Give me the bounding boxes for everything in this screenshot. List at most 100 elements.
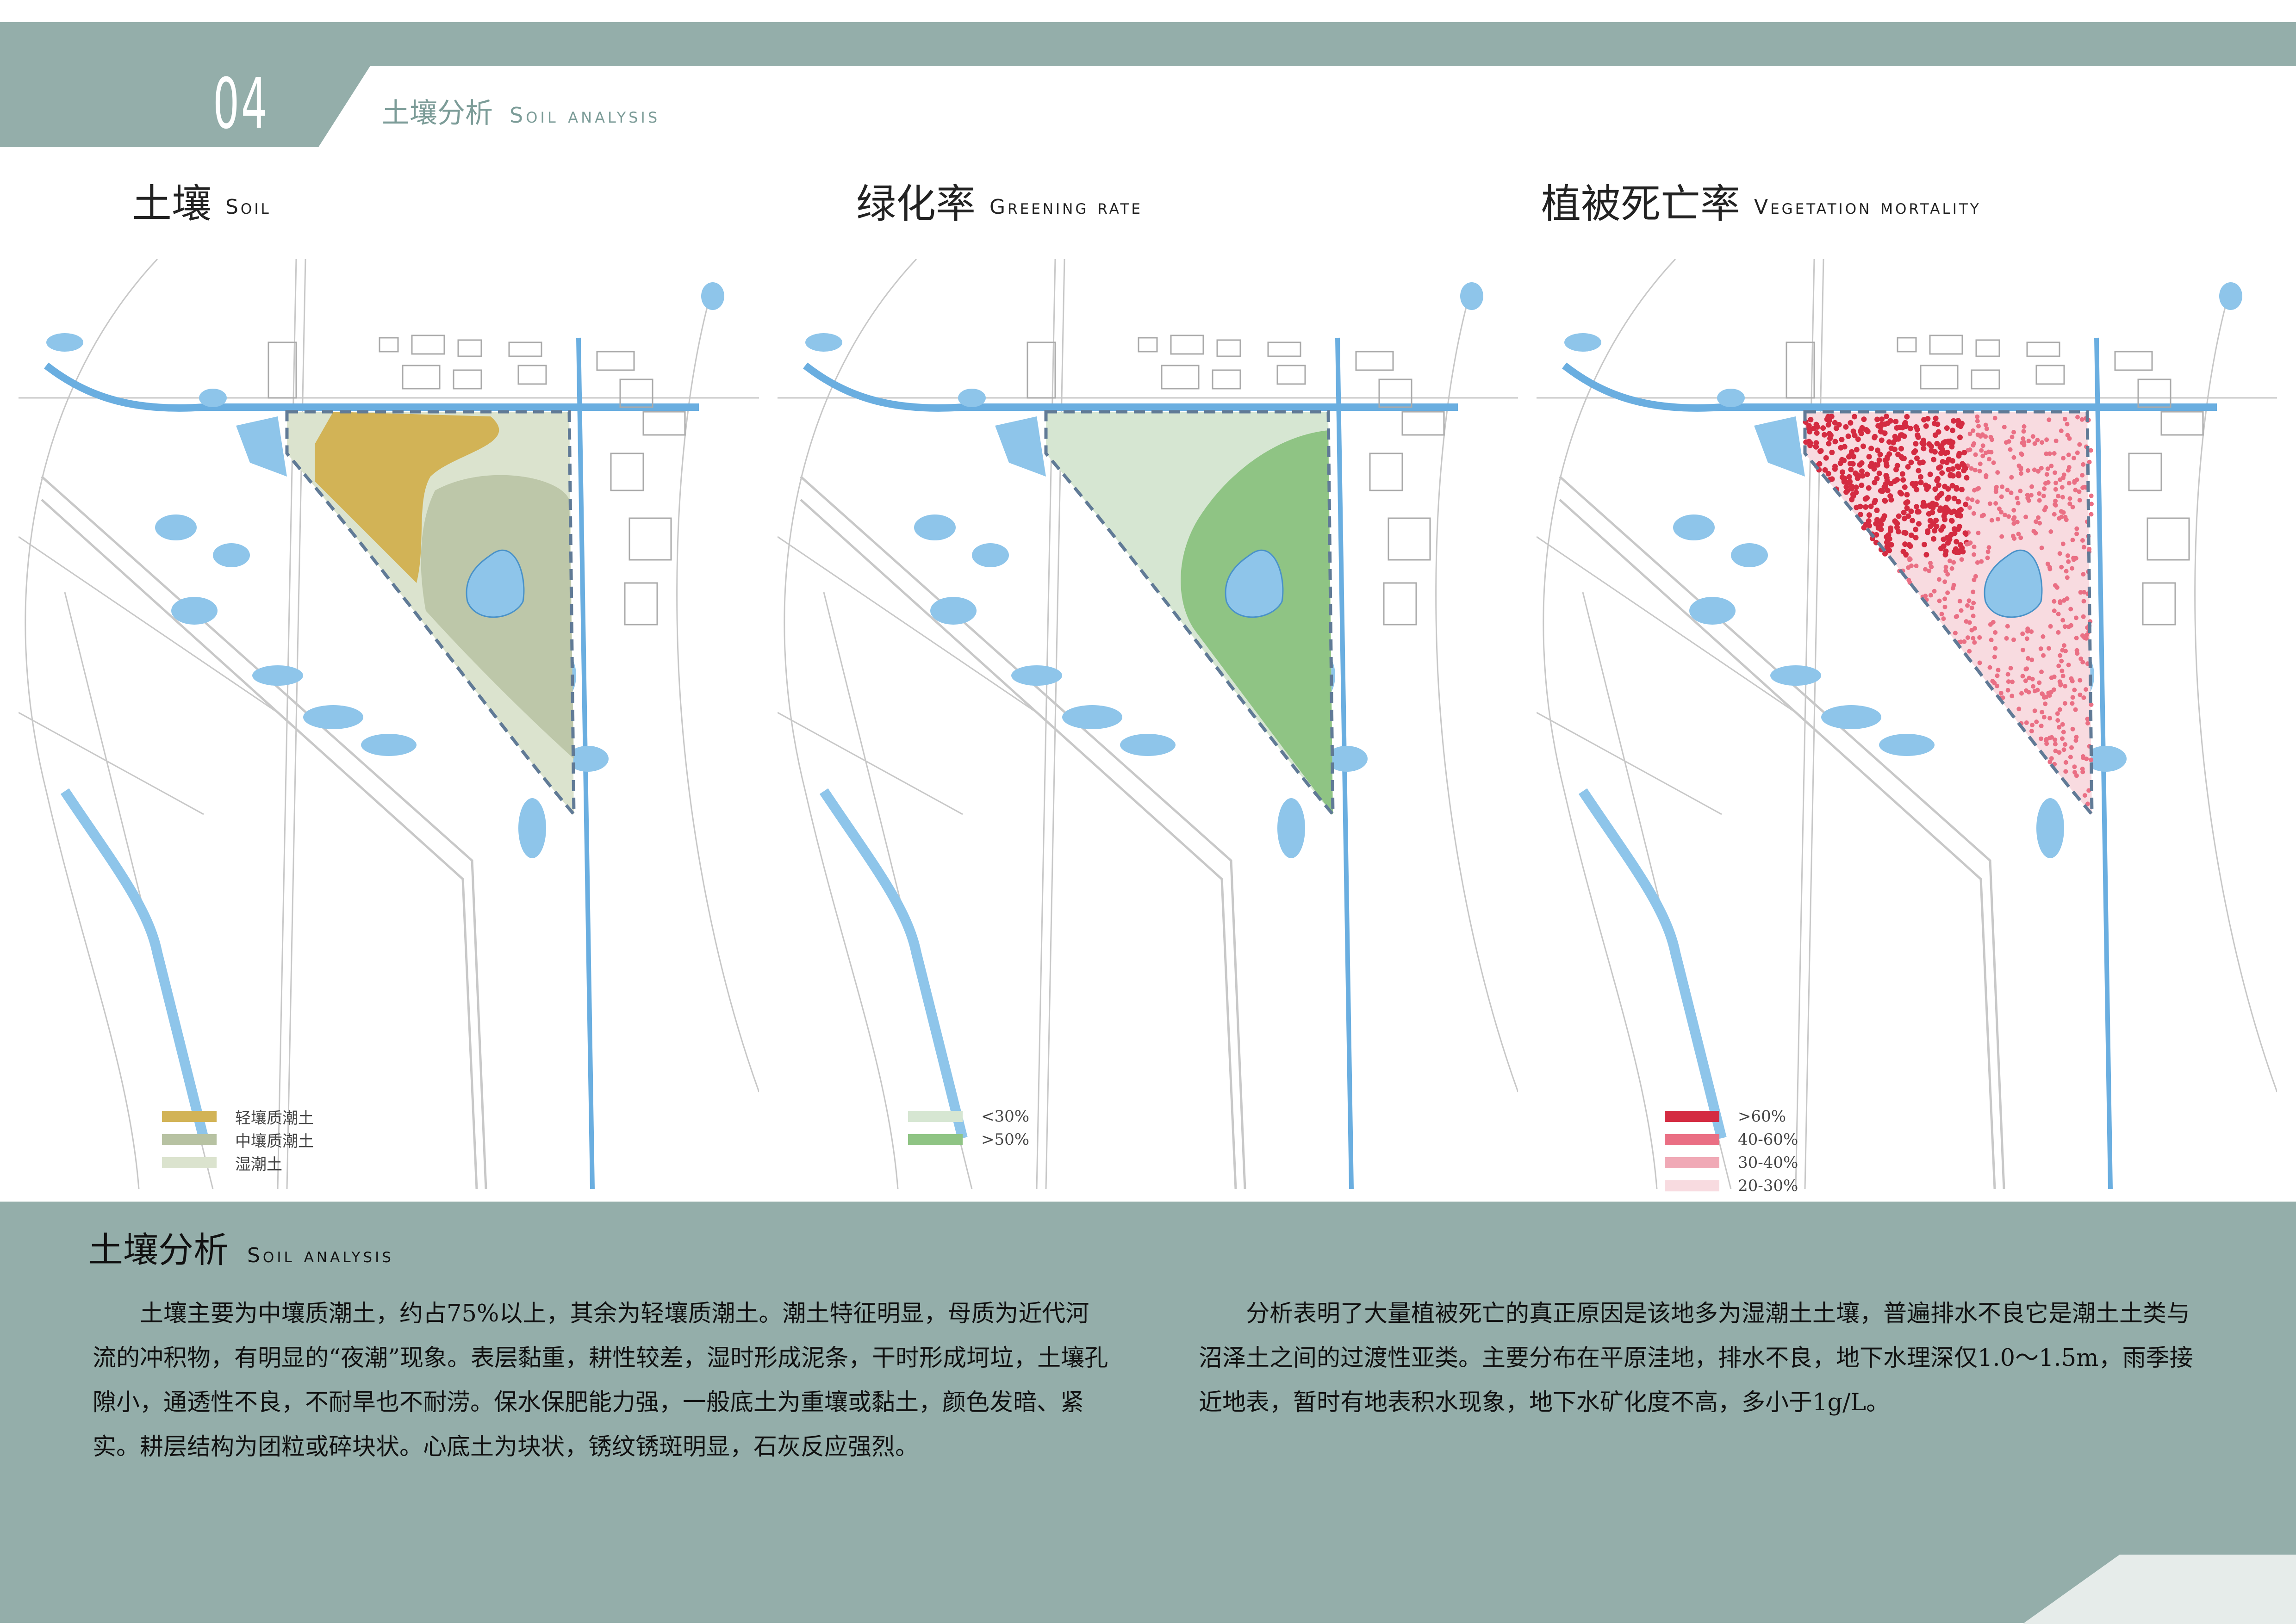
canal xyxy=(44,362,699,412)
mortality-dot xyxy=(1945,590,1950,595)
mortality-dot xyxy=(1896,529,1902,534)
mortality-dot xyxy=(1826,440,1832,446)
mortality-dot xyxy=(2026,656,2031,661)
mortality-dot xyxy=(1977,660,1982,665)
mortality-dot xyxy=(1904,492,1910,498)
mortality-dot xyxy=(1999,494,2004,499)
mortality-dot xyxy=(1874,476,1880,482)
mortality-dot xyxy=(1939,612,1944,617)
mortality-dot xyxy=(1993,630,1998,635)
mortality-dot xyxy=(1939,443,1945,449)
mortality-dot xyxy=(1842,444,1848,450)
mortality-dot xyxy=(1850,453,1856,459)
mortality-dot xyxy=(2047,451,2052,456)
legend-label: 中壤质潮土 xyxy=(235,1132,314,1151)
legend-item: 湿潮土 xyxy=(162,1151,314,1174)
mortality-dot xyxy=(1954,550,1960,555)
mortality-dot xyxy=(1956,451,1962,457)
mortality-dot xyxy=(1971,511,1976,516)
mortality-dot xyxy=(1843,424,1849,430)
pond xyxy=(236,416,287,477)
water-body xyxy=(1821,705,1881,729)
mortality-dot xyxy=(1975,499,1980,504)
mortality-dot xyxy=(2019,691,2024,696)
building xyxy=(2035,365,2065,385)
mortality-dot xyxy=(2075,415,2080,420)
mortality-dot xyxy=(2011,517,2016,522)
mortality-dot xyxy=(2080,769,2085,775)
mortality-dot xyxy=(1949,566,1954,571)
mortality-dot xyxy=(2063,684,2067,688)
mortality-dot xyxy=(2039,736,2043,741)
mortality-dot xyxy=(1898,432,1904,438)
mortality-dot xyxy=(2052,599,2057,604)
mortality-dot xyxy=(2049,756,2054,761)
mortality-dot xyxy=(1944,425,1950,431)
mortality-dot xyxy=(2015,520,2020,525)
mortality-dot xyxy=(2039,545,2044,551)
mortality-dot xyxy=(2060,485,2065,490)
mortality-dot xyxy=(1902,484,1908,490)
mortality-dot xyxy=(2030,434,2035,439)
mortality-dot xyxy=(1911,449,1917,455)
mortality-dot xyxy=(2053,487,2058,492)
mortality-dot xyxy=(2070,679,2075,684)
building xyxy=(1138,337,1158,353)
mortality-dot xyxy=(1903,500,1909,506)
mortality-dot xyxy=(1876,471,1882,477)
mortality-dot xyxy=(1894,463,1900,469)
mortality-dot xyxy=(2000,484,2005,490)
mortality-dot xyxy=(1955,499,1961,505)
mortality-dot xyxy=(2072,456,2077,460)
analysis-title: 土壤分析 Soil analysis xyxy=(88,1221,394,1272)
mortality-dot xyxy=(1820,425,1826,431)
mortality-dot xyxy=(1829,476,1835,482)
road-network xyxy=(1537,259,2277,1189)
mortality-dot xyxy=(1975,419,1980,424)
mortality-dot xyxy=(2085,721,2090,726)
mortality-dot xyxy=(2023,678,2028,683)
mortality-dot xyxy=(1980,432,1985,437)
mortality-dot xyxy=(1984,474,1989,479)
mortality-dot xyxy=(1915,434,1921,440)
mortality-dot xyxy=(1942,579,1948,584)
mortality-dot xyxy=(1953,631,1958,636)
mortality-dot xyxy=(1846,474,1852,480)
mortality-dot xyxy=(2057,551,2062,556)
mortality-dot xyxy=(2011,637,2016,642)
mortality-dot xyxy=(1967,431,1972,436)
legend-item: <30% xyxy=(908,1105,1029,1128)
mortality-dot xyxy=(1934,523,1940,529)
mortality-dot xyxy=(1965,603,1970,608)
water-body xyxy=(361,734,417,756)
mortality-dot xyxy=(2030,676,2035,682)
mortality-dot xyxy=(1977,469,1982,474)
mortality-dot xyxy=(2020,631,2025,636)
legend-swatch xyxy=(908,1134,963,1145)
mortality-dot xyxy=(1849,496,1855,502)
mortality-dot xyxy=(1963,502,1969,508)
mortality-dot xyxy=(1803,439,1809,445)
mortality-dot xyxy=(1913,527,1919,533)
mortality-dot xyxy=(1827,435,1833,441)
mortality-dot xyxy=(1962,465,1968,471)
mortality-dot xyxy=(2073,488,2078,493)
vegetation-mortality-map xyxy=(1537,259,2277,1189)
mortality-dot xyxy=(2035,688,2040,693)
mortality-dot xyxy=(2010,434,2015,440)
legend-swatch xyxy=(1665,1180,1719,1191)
mortality-dot xyxy=(2016,707,2022,712)
mortality-dot xyxy=(1920,459,1926,465)
building xyxy=(457,339,482,357)
mortality-dot xyxy=(1926,511,1932,517)
mortality-dot xyxy=(1848,486,1854,492)
water-body xyxy=(972,543,1009,567)
mortality-dot xyxy=(2021,429,2026,434)
mortality-dot xyxy=(1977,635,1982,640)
water-body xyxy=(1731,543,1768,567)
mortality-dot xyxy=(2031,684,2035,689)
mortality-dot xyxy=(1950,586,1955,591)
mortality-dot xyxy=(2010,533,2016,539)
mortality-dot xyxy=(2024,688,2028,693)
mortality-dot xyxy=(2059,658,2064,663)
